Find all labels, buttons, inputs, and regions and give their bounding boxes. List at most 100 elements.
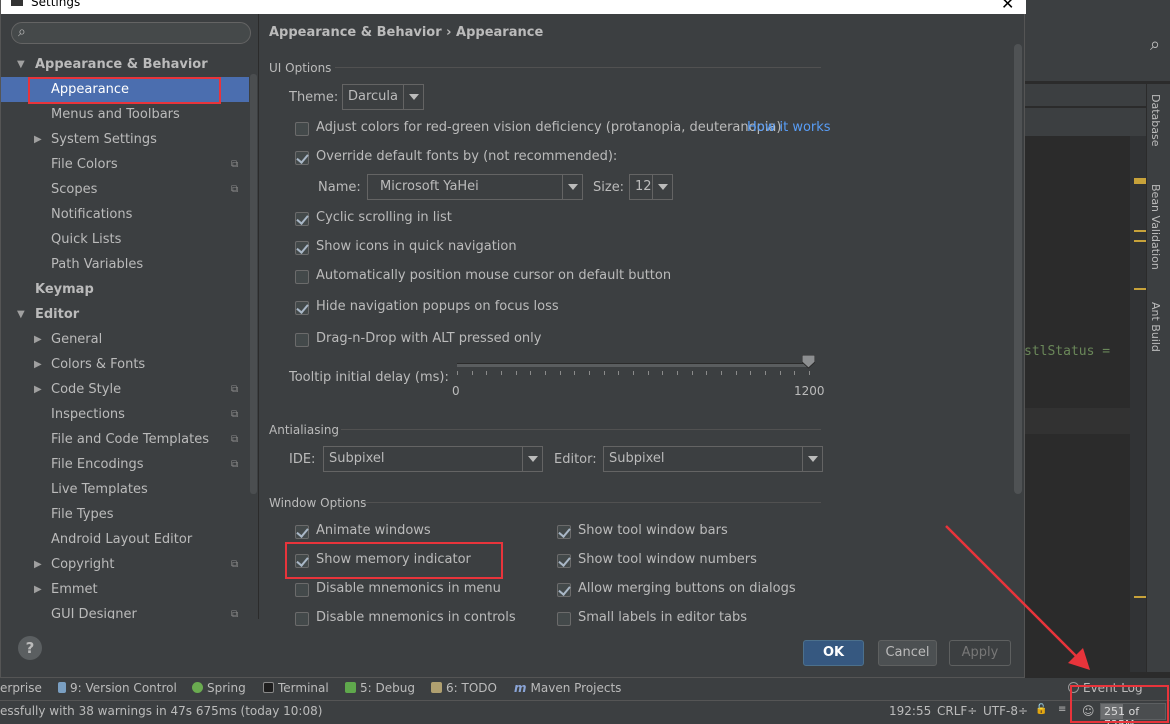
tree-item[interactable]: ▶ Code Style ⧉ [1, 377, 249, 402]
checkbox-unchecked-icon[interactable] [557, 612, 571, 626]
tree-item-label: Code Style [51, 382, 122, 397]
checkbox-checked-icon[interactable] [557, 525, 571, 539]
tree-item[interactable]: ▼ Appearance & Behavior [1, 52, 249, 77]
checkbox-checked-icon[interactable] [295, 301, 309, 315]
slider-tick [603, 371, 605, 375]
slider-tick [633, 371, 634, 375]
file-encoding[interactable]: UTF-8÷ [983, 704, 1028, 718]
tree-item[interactable]: File Types [1, 502, 249, 527]
dialog-titlebar[interactable]: Settings ✕ [1, 0, 1026, 14]
tool-tab-bean-validation[interactable]: Bean Validation [1149, 184, 1162, 270]
inspector-icon[interactable]: ☺ [1082, 704, 1095, 718]
tree-item[interactable]: Android Layout Editor [1, 527, 249, 552]
error-stripe-mark[interactable] [1134, 596, 1146, 598]
tree-item[interactable]: ▶ Colors & Fonts [1, 352, 249, 377]
tree-item[interactable]: Inspections ⧉ [1, 402, 249, 427]
status-message[interactable]: essfully with 38 warnings in 47s 675ms (… [0, 704, 322, 718]
font-name-select[interactable]: Microsoft YaHei [367, 174, 583, 200]
checkbox-label: Show memory indicator [316, 552, 471, 567]
error-stripe-mark[interactable] [1134, 178, 1146, 184]
tree-item[interactable]: ▼ Editor [1, 302, 249, 327]
collapse-arrow-icon[interactable]: ▶ [34, 352, 42, 377]
checkbox-checked-icon[interactable] [295, 151, 309, 165]
tool-tab-enterprise[interactable]: erprise [0, 681, 42, 695]
tree-item[interactable]: Keymap [1, 277, 249, 302]
tree-item[interactable]: Menus and Toolbars [1, 102, 249, 127]
slider-tick [735, 371, 737, 375]
how-it-works-link[interactable]: How it works [747, 120, 831, 135]
expand-arrow-icon[interactable]: ▼ [17, 52, 25, 77]
checkbox-checked-icon[interactable] [295, 554, 309, 568]
cancel-button[interactable]: Cancel [878, 640, 937, 666]
tool-tab-debug[interactable]: 5: Debug [345, 681, 415, 695]
tree-item[interactable]: ▶ General [1, 327, 249, 352]
tool-tab-terminal[interactable]: Terminal [263, 681, 329, 695]
collapse-arrow-icon[interactable]: ▶ [34, 377, 42, 402]
lock-icon[interactable]: 🔓 [1035, 704, 1047, 715]
tree-item[interactable]: ▶ System Settings [1, 127, 249, 152]
checkbox-unchecked-icon[interactable] [295, 612, 309, 626]
checkbox-checked-icon[interactable] [295, 525, 309, 539]
checkbox-unchecked-icon[interactable] [295, 583, 309, 597]
tree-item[interactable]: Path Variables [1, 252, 249, 277]
tree-item-label: File Colors [51, 157, 118, 172]
content-scrollbar-thumb[interactable] [1014, 44, 1022, 494]
tree-item[interactable]: Notifications [1, 202, 249, 227]
chevron-down-icon [802, 447, 822, 471]
tool-tab-version-control[interactable]: 9: Version Control [58, 681, 177, 695]
font-size-select[interactable]: 12 [629, 174, 673, 200]
collapse-arrow-icon[interactable]: ▶ [34, 127, 42, 152]
checkbox-checked-icon[interactable] [557, 583, 571, 597]
tool-tab-spring[interactable]: Spring [192, 681, 246, 695]
search-everywhere-icon[interactable]: ⌕ [1150, 34, 1160, 55]
checkbox-checked-icon[interactable] [557, 554, 571, 568]
tree-item-label: File Encodings [51, 457, 144, 472]
tree-item[interactable]: GUI Designer ⧉ [1, 602, 249, 619]
checkbox-unchecked-icon[interactable] [295, 122, 309, 136]
tool-tab-todo[interactable]: 6: TODO [431, 681, 497, 695]
tree-item[interactable]: ▶ Copyright ⧉ [1, 552, 249, 577]
editor-antialiasing-select[interactable]: Subpixel [603, 446, 823, 472]
tree-item[interactable]: Quick Lists [1, 227, 249, 252]
content-scrollbar[interactable] [1014, 44, 1023, 494]
error-stripe-mark[interactable] [1134, 240, 1146, 242]
tree-item[interactable]: File and Code Templates ⧉ [1, 427, 249, 452]
slider-tick [809, 371, 810, 375]
collapse-arrow-icon[interactable]: ▶ [34, 552, 42, 577]
settings-search-input[interactable]: ⌕ [11, 22, 251, 44]
tool-tab-ant-build[interactable]: Ant Build [1149, 302, 1162, 352]
memory-indicator[interactable]: 251 of 725M [1100, 703, 1166, 724]
close-icon[interactable]: ✕ [1001, 0, 1014, 13]
expand-arrow-icon[interactable]: ▼ [17, 302, 25, 327]
checkbox-unchecked-icon[interactable] [295, 270, 309, 284]
help-button[interactable]: ? [18, 636, 42, 660]
tree-item[interactable]: Scopes ⧉ [1, 177, 249, 202]
collapse-arrow-icon[interactable]: ▶ [34, 327, 42, 352]
ide-title-area [1024, 0, 1170, 26]
theme-select[interactable]: Darcula [342, 84, 424, 110]
tree-item[interactable]: Appearance [1, 77, 249, 102]
tree-item[interactable]: Live Templates [1, 477, 249, 502]
tool-tab-database[interactable]: Database [1149, 94, 1162, 147]
checkbox-unchecked-icon[interactable] [295, 333, 309, 347]
tree-scrollbar[interactable] [250, 54, 257, 614]
tree-item[interactable]: ▶ Emmet [1, 577, 249, 602]
tool-tab-maven-projects[interactable]: m Maven Projects [514, 681, 621, 695]
ide-antialiasing-select[interactable]: Subpixel [323, 446, 543, 472]
tree-item[interactable]: File Encodings ⧉ [1, 452, 249, 477]
slider-thumb[interactable] [802, 355, 815, 369]
tree-scrollbar-thumb[interactable] [250, 74, 257, 494]
section-ui-options: UI Options [269, 61, 332, 75]
checkbox-label: Disable mnemonics in menu [316, 581, 501, 596]
line-separator[interactable]: CRLF÷ [937, 704, 977, 718]
checkbox-checked-icon[interactable] [295, 241, 309, 255]
error-stripe-mark[interactable] [1134, 288, 1146, 290]
tool-tab-event-log[interactable]: Event Log [1068, 681, 1143, 695]
collapse-arrow-icon[interactable]: ▶ [34, 577, 42, 602]
checkbox-checked-icon[interactable] [295, 212, 309, 226]
error-stripe-mark[interactable] [1134, 230, 1146, 232]
ok-button[interactable]: OK [803, 640, 864, 666]
caret-position[interactable]: 192:55 [889, 704, 931, 718]
tooltip-delay-slider[interactable] [457, 363, 809, 367]
tree-item[interactable]: File Colors ⧉ [1, 152, 249, 177]
